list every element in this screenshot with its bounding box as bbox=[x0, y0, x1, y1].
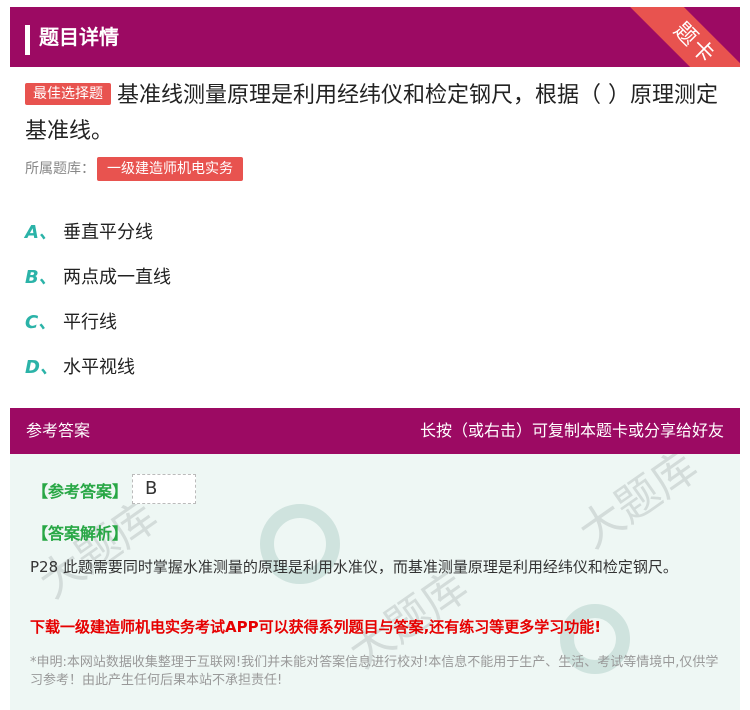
question-type-badge: 最佳选择题 bbox=[25, 83, 111, 105]
analysis-text: P28 此题需要同时掌握水准测量的原理是利用水准仪，而基准测量原理是利用经纬仪和… bbox=[30, 558, 678, 576]
option-letter: C、 bbox=[25, 311, 57, 333]
page-header: 题目详情 题卡 bbox=[10, 7, 740, 67]
app-download-promo[interactable]: 下载一级建造师机电实务考试APP可以获得系列题目与答案,还有练习等更多学习功能! bbox=[30, 616, 601, 637]
question-text-block: 最佳选择题 基准线测量原理是利用经纬仪和检定钢尺，根据（ ）原理测定基准线。 bbox=[25, 78, 725, 150]
answer-section-header: 参考答案 长按（或右击）可复制本题卡或分享给好友 bbox=[10, 408, 740, 454]
header-accent-bar bbox=[25, 25, 30, 55]
corner-ribbon: 题卡 bbox=[623, 7, 740, 67]
option-letter: A、 bbox=[25, 221, 57, 243]
answer-section-title: 参考答案 bbox=[26, 421, 91, 440]
watermark-text: 大题库 bbox=[569, 454, 708, 559]
option-a[interactable]: A、 垂直平分线 bbox=[25, 208, 171, 253]
disclaimer: *申明:本网站数据收集整理于互联网!我们并未能对答案信息进行校对!本信息不能用于… bbox=[30, 655, 719, 688]
answer-section-body: 大题库 大题库 大题库 【参考答案】 B 【答案解析】 P28 此题需要同时掌握… bbox=[10, 454, 740, 710]
option-c[interactable]: C、 平行线 bbox=[25, 298, 171, 343]
answer-value: B bbox=[132, 474, 196, 504]
option-b[interactable]: B、 两点成一直线 bbox=[25, 253, 171, 298]
option-text: 平行线 bbox=[63, 311, 117, 333]
source-label: 所属题库： bbox=[25, 161, 95, 177]
share-hint: 长按（或右击）可复制本题卡或分享给好友 bbox=[419, 421, 724, 440]
option-letter: D、 bbox=[25, 356, 58, 378]
page-title: 题目详情 bbox=[39, 25, 119, 49]
source-tag[interactable]: 一级建造师机电实务 bbox=[97, 157, 243, 181]
option-text: 两点成一直线 bbox=[63, 266, 171, 288]
question-source: 所属题库： 一级建造师机电实务 bbox=[25, 157, 243, 181]
answer-label: 【参考答案】 bbox=[32, 482, 129, 501]
option-text: 垂直平分线 bbox=[63, 221, 153, 243]
option-letter: B、 bbox=[25, 266, 57, 288]
option-d[interactable]: D、 水平视线 bbox=[25, 343, 171, 388]
analysis-label: 【答案解析】 bbox=[32, 524, 129, 543]
question-text: 基准线测量原理是利用经纬仪和检定钢尺，根据（ ）原理测定基准线。 bbox=[25, 83, 718, 144]
option-text: 水平视线 bbox=[63, 356, 135, 378]
options-list: A、 垂直平分线 B、 两点成一直线 C、 平行线 D、 水平视线 bbox=[25, 208, 171, 388]
